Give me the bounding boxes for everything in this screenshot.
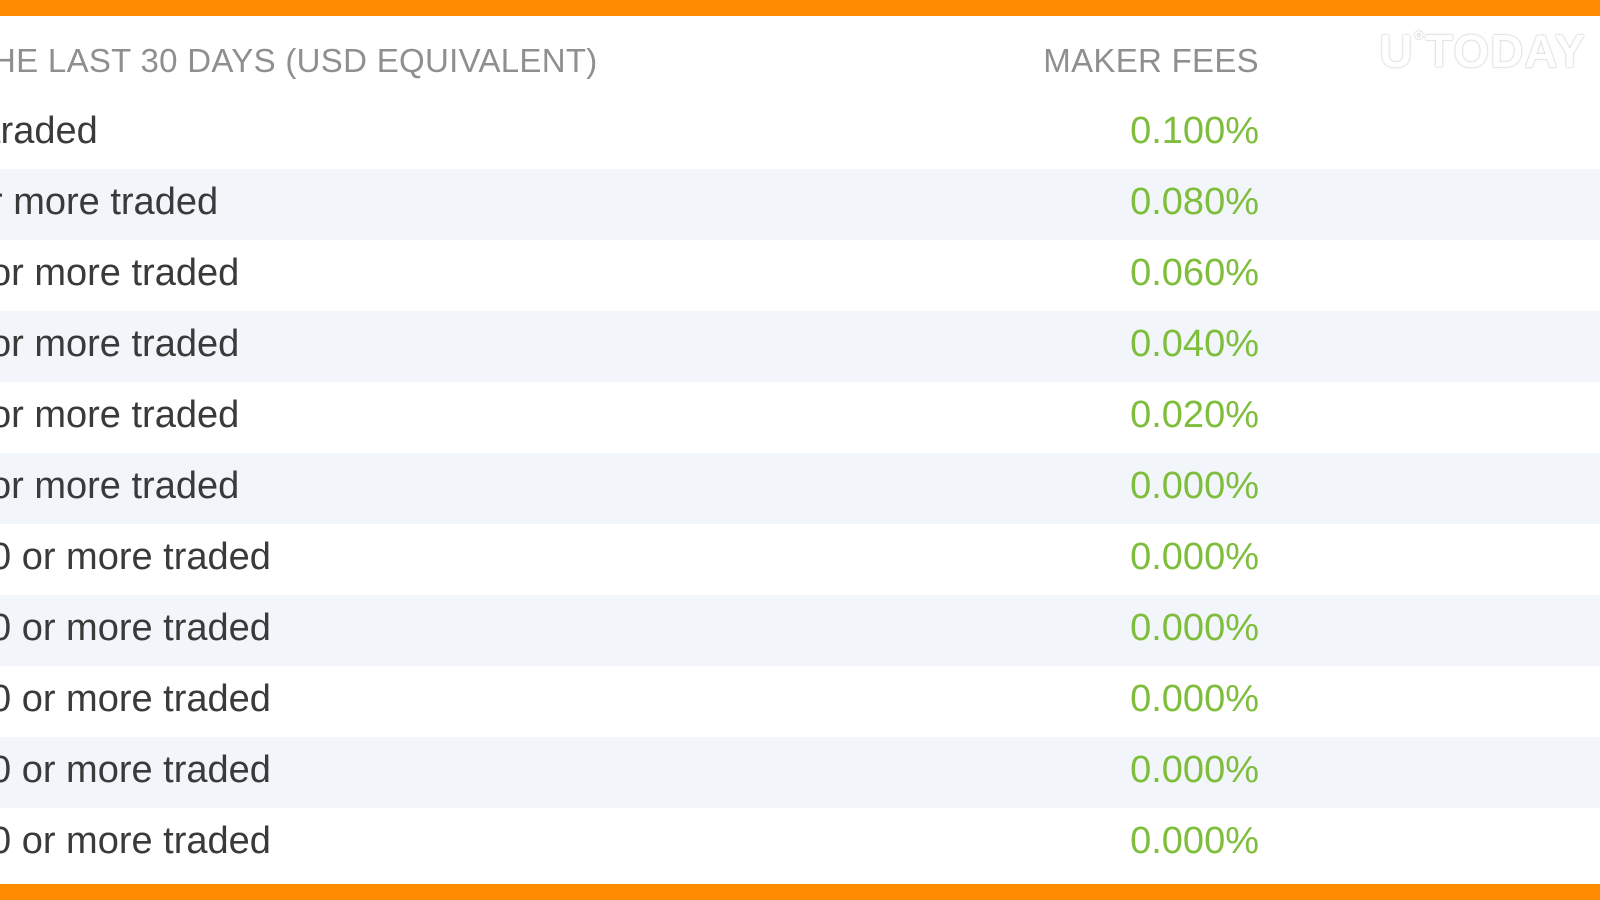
table-row: 0 or more traded 0.000%: [0, 595, 1600, 666]
table-row: 0 or more traded 0.000%: [0, 524, 1600, 595]
table-row: or more traded 0.060%: [0, 240, 1600, 311]
row-volume: 0 or more traded: [0, 536, 271, 578]
row-maker-fee: 0.100%: [1130, 110, 1259, 152]
row-volume: or more traded: [0, 252, 240, 294]
fee-table-screenshot: U°TODAY HE LAST 30 DAYS (USD EQUIVALENT)…: [0, 0, 1600, 900]
row-maker-fee: 0.000%: [1130, 536, 1259, 578]
table-header-row: HE LAST 30 DAYS (USD EQUIVALENT) MAKER F…: [0, 24, 1600, 98]
row-volume: 0 or more traded: [0, 820, 271, 862]
row-volume: 0 or more traded: [0, 678, 271, 720]
header-maker-fees: MAKER FEES: [1043, 42, 1259, 79]
row-maker-fee: 0.080%: [1130, 181, 1259, 223]
row-volume: 0 or more traded: [0, 607, 271, 649]
row-maker-fee: 0.060%: [1130, 252, 1259, 294]
bottom-accent-bar: [0, 884, 1600, 900]
row-volume: or more traded: [0, 394, 240, 436]
table-row: or more traded 0.020%: [0, 382, 1600, 453]
maker-fees-table: HE LAST 30 DAYS (USD EQUIVALENT) MAKER F…: [0, 24, 1600, 879]
row-volume: or more traded: [0, 465, 240, 507]
table-row: 0 or more traded 0.000%: [0, 737, 1600, 808]
row-maker-fee: 0.000%: [1130, 749, 1259, 791]
row-maker-fee: 0.000%: [1130, 465, 1259, 507]
row-maker-fee: 0.000%: [1130, 678, 1259, 720]
table-row: 0 or more traded 0.000%: [0, 666, 1600, 737]
row-maker-fee: 0.000%: [1130, 820, 1259, 862]
table-row: or more traded 0.000%: [0, 453, 1600, 524]
header-volume: HE LAST 30 DAYS (USD EQUIVALENT): [0, 42, 598, 79]
row-volume: r more traded: [0, 181, 219, 223]
row-maker-fee: 0.040%: [1130, 323, 1259, 365]
row-volume: traded: [0, 110, 98, 152]
table-row: or more traded 0.040%: [0, 311, 1600, 382]
table-row: traded 0.100%: [0, 98, 1600, 169]
table-row: 0 or more traded 0.000%: [0, 808, 1600, 879]
row-maker-fee: 0.020%: [1130, 394, 1259, 436]
top-accent-bar: [0, 0, 1600, 16]
row-maker-fee: 0.000%: [1130, 607, 1259, 649]
row-volume: or more traded: [0, 323, 240, 365]
table-row: r more traded 0.080%: [0, 169, 1600, 240]
row-volume: 0 or more traded: [0, 749, 271, 791]
